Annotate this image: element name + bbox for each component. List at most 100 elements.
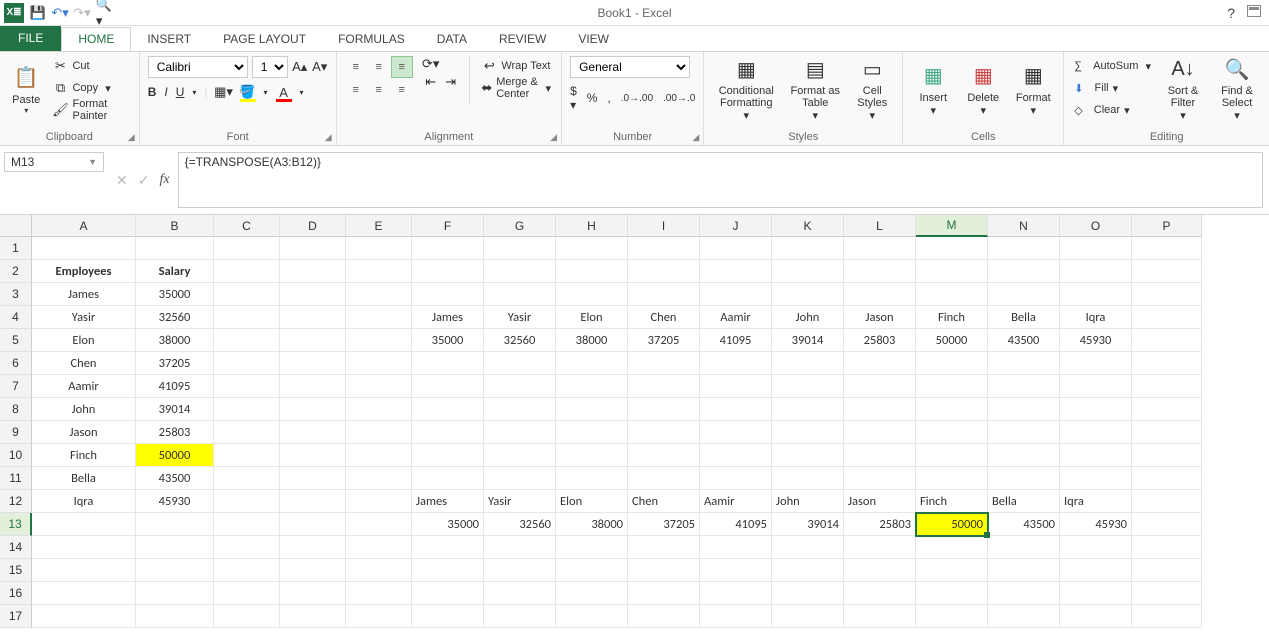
clear-button[interactable]: ◇ Clear▾: [1072, 100, 1153, 120]
cell-E3[interactable]: [346, 283, 412, 306]
cell-C8[interactable]: [214, 398, 280, 421]
cell-G5[interactable]: 32560: [484, 329, 556, 352]
cell-A1[interactable]: [32, 237, 136, 260]
cell-D1[interactable]: [280, 237, 346, 260]
cell-L14[interactable]: [844, 536, 916, 559]
cell-O11[interactable]: [1060, 467, 1132, 490]
cell-H11[interactable]: [556, 467, 628, 490]
fx-icon[interactable]: fx: [159, 172, 169, 188]
cell-L12[interactable]: Jason: [844, 490, 916, 513]
cell-K9[interactable]: [772, 421, 844, 444]
cell-E1[interactable]: [346, 237, 412, 260]
cell-H5[interactable]: 38000: [556, 329, 628, 352]
decrease-decimal-icon[interactable]: .00→.0: [663, 93, 695, 104]
cell-C16[interactable]: [214, 582, 280, 605]
cell-N17[interactable]: [988, 605, 1060, 628]
col-header-N[interactable]: N: [988, 215, 1060, 237]
cell-L10[interactable]: [844, 444, 916, 467]
currency-icon[interactable]: $ ▾: [570, 84, 577, 112]
print-preview-icon[interactable]: 🔍▾: [96, 5, 112, 21]
help-icon[interactable]: ?: [1227, 5, 1235, 21]
cell-C13[interactable]: [214, 513, 280, 536]
row-header-17[interactable]: 17: [0, 605, 32, 628]
cell-P11[interactable]: [1132, 467, 1202, 490]
align-launcher-icon[interactable]: ◢: [550, 132, 557, 143]
cell-O9[interactable]: [1060, 421, 1132, 444]
tab-page-layout[interactable]: PAGE LAYOUT: [207, 27, 322, 51]
cell-J10[interactable]: [700, 444, 772, 467]
cell-G10[interactable]: [484, 444, 556, 467]
cell-L8[interactable]: [844, 398, 916, 421]
cell-I5[interactable]: 37205: [628, 329, 700, 352]
conditional-formatting-button[interactable]: ▦Conditional Formatting▾: [712, 56, 780, 122]
col-header-J[interactable]: J: [700, 215, 772, 237]
cell-B3[interactable]: 35000: [136, 283, 214, 306]
cell-L6[interactable]: [844, 352, 916, 375]
number-launcher-icon[interactable]: ◢: [692, 132, 699, 143]
cell-A7[interactable]: Aamir: [32, 375, 136, 398]
cell-G2[interactable]: [484, 260, 556, 283]
row-header-4[interactable]: 4: [0, 306, 32, 329]
cell-A17[interactable]: [32, 605, 136, 628]
row-header-11[interactable]: 11: [0, 467, 32, 490]
cell-I14[interactable]: [628, 536, 700, 559]
cell-J17[interactable]: [700, 605, 772, 628]
cell-C3[interactable]: [214, 283, 280, 306]
cell-B9[interactable]: 25803: [136, 421, 214, 444]
cell-A9[interactable]: Jason: [32, 421, 136, 444]
cell-E12[interactable]: [346, 490, 412, 513]
cell-P8[interactable]: [1132, 398, 1202, 421]
cell-M13[interactable]: 50000: [916, 513, 988, 536]
cell-C6[interactable]: [214, 352, 280, 375]
col-header-O[interactable]: O: [1060, 215, 1132, 237]
row-header-13[interactable]: 13: [0, 513, 32, 536]
cell-J3[interactable]: [700, 283, 772, 306]
cell-J8[interactable]: [700, 398, 772, 421]
cell-K13[interactable]: 39014: [772, 513, 844, 536]
cell-P7[interactable]: [1132, 375, 1202, 398]
cell-N6[interactable]: [988, 352, 1060, 375]
name-box[interactable]: M13▼: [4, 152, 104, 172]
cells-area[interactable]: EmployeesSalaryJames35000Yasir32560James…: [32, 237, 1202, 628]
cell-F14[interactable]: [412, 536, 484, 559]
cell-H16[interactable]: [556, 582, 628, 605]
cell-H10[interactable]: [556, 444, 628, 467]
cell-A6[interactable]: Chen: [32, 352, 136, 375]
row-header-3[interactable]: 3: [0, 283, 32, 306]
cell-G7[interactable]: [484, 375, 556, 398]
cell-C1[interactable]: [214, 237, 280, 260]
cell-J5[interactable]: 41095: [700, 329, 772, 352]
cell-M9[interactable]: [916, 421, 988, 444]
col-header-I[interactable]: I: [628, 215, 700, 237]
cell-O13[interactable]: 45930: [1060, 513, 1132, 536]
cell-D7[interactable]: [280, 375, 346, 398]
align-right-icon[interactable]: ≡: [391, 79, 413, 101]
cell-K17[interactable]: [772, 605, 844, 628]
cell-D3[interactable]: [280, 283, 346, 306]
cell-J15[interactable]: [700, 559, 772, 582]
cell-H1[interactable]: [556, 237, 628, 260]
delete-cells-button[interactable]: ▦Delete▾: [961, 56, 1005, 122]
cell-A13[interactable]: [32, 513, 136, 536]
wrap-text-button[interactable]: ↩Wrap Text: [479, 56, 553, 76]
cell-F10[interactable]: [412, 444, 484, 467]
cell-K6[interactable]: [772, 352, 844, 375]
cell-A12[interactable]: Iqra: [32, 490, 136, 513]
cell-C12[interactable]: [214, 490, 280, 513]
cell-E17[interactable]: [346, 605, 412, 628]
cell-G15[interactable]: [484, 559, 556, 582]
col-header-H[interactable]: H: [556, 215, 628, 237]
cell-G17[interactable]: [484, 605, 556, 628]
cell-H2[interactable]: [556, 260, 628, 283]
cell-B17[interactable]: [136, 605, 214, 628]
cell-J6[interactable]: [700, 352, 772, 375]
cell-J2[interactable]: [700, 260, 772, 283]
cell-M3[interactable]: [916, 283, 988, 306]
save-icon[interactable]: 💾: [30, 5, 46, 21]
cell-E16[interactable]: [346, 582, 412, 605]
cell-E13[interactable]: [346, 513, 412, 536]
col-header-C[interactable]: C: [214, 215, 280, 237]
cell-P10[interactable]: [1132, 444, 1202, 467]
cell-N9[interactable]: [988, 421, 1060, 444]
cell-I3[interactable]: [628, 283, 700, 306]
